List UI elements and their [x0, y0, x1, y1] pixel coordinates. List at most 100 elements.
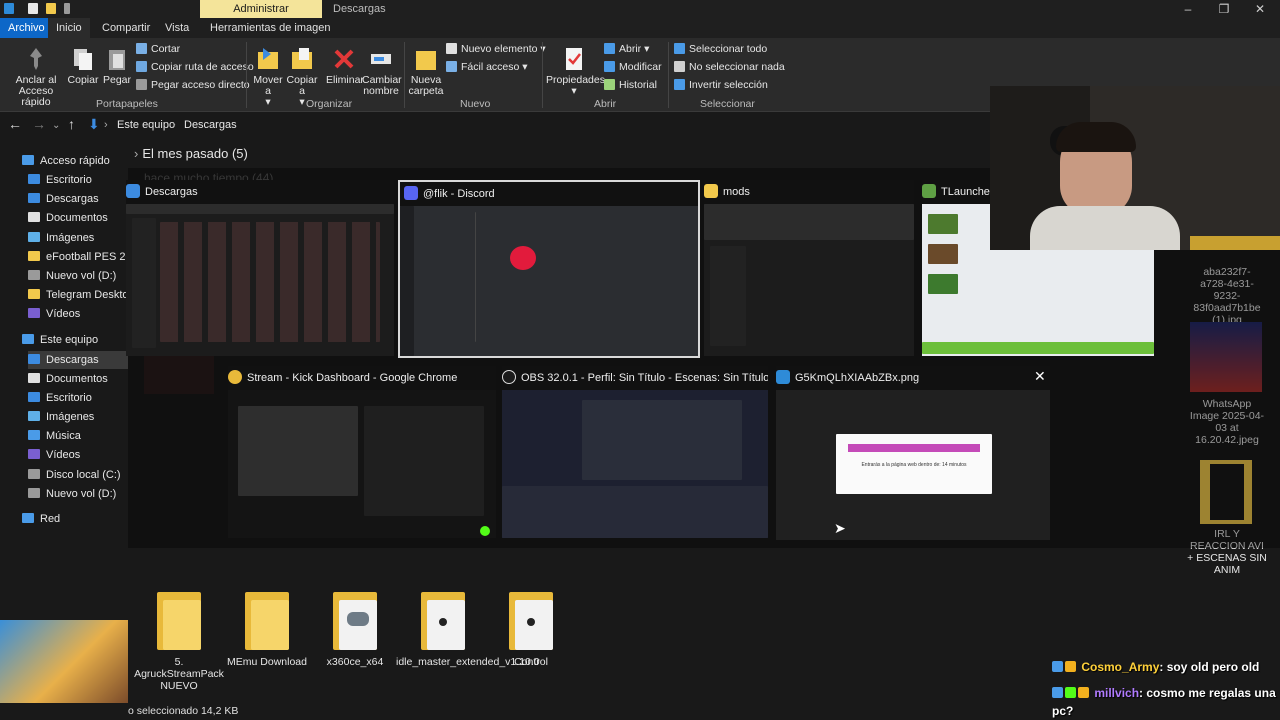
tab-compartir[interactable]: Compartir [94, 18, 158, 38]
delete-button[interactable]: Eliminar [326, 44, 364, 86]
pin-icon [25, 46, 47, 72]
properties-button[interactable]: Propiedades ▾ [546, 44, 605, 97]
group-header-last-month[interactable]: › El mes pasado (5) [134, 146, 248, 161]
nav-pc-videos[interactable]: Vídeos [28, 449, 128, 461]
taskview-window-image-viewer[interactable]: G5KmQLhXIAAbZBx.png Entrarás a la página… [776, 366, 1050, 540]
desktop-icon [28, 174, 40, 184]
maximize-icon[interactable]: ❐ [1206, 0, 1242, 18]
cut-button[interactable]: Cortar [136, 43, 180, 56]
folder-memu[interactable]: MEmu Download [220, 588, 314, 668]
tab-herramientas-imagen[interactable]: Herramientas de imagen [202, 18, 338, 38]
game-overlay-image [0, 620, 128, 704]
folder-icon [704, 184, 718, 198]
tab-inicio[interactable]: Inicio [48, 18, 90, 38]
open-button[interactable]: Abrir ▾ [604, 43, 649, 56]
nav-disco-c[interactable]: Disco local (C:) [28, 469, 128, 481]
rename-button[interactable]: Cambiar nombre [362, 44, 402, 97]
folder-agruck[interactable]: 5. AgruckStreamPack NUEVO [132, 588, 226, 692]
download-icon [28, 193, 40, 203]
quick-access-properties-icon[interactable] [28, 3, 38, 14]
taskview-window-discord[interactable]: @flik - Discord [398, 180, 700, 358]
copy-button[interactable]: Copiar [66, 44, 100, 86]
nav-nuevo-vol-d2[interactable]: Nuevo vol (D:) [28, 488, 128, 500]
easy-access-button[interactable]: Fácil acceso ▾ [446, 61, 528, 74]
forward-arrow-icon[interactable]: → [32, 116, 46, 132]
taskview-window-mods[interactable]: mods [704, 180, 914, 356]
nav-descargas[interactable]: Descargas [28, 193, 128, 205]
nav-quick-access[interactable]: Acceso rápido [22, 155, 128, 167]
folder-icon [509, 588, 553, 650]
copy-path-button[interactable]: Copiar ruta de acceso [136, 61, 254, 74]
nav-este-equipo[interactable]: Este equipo [22, 334, 128, 346]
invert-selection-icon [674, 79, 685, 90]
nav-pc-descargas[interactable]: Descargas [28, 351, 128, 369]
close-icon[interactable]: ✕ [1034, 368, 1046, 385]
folder-control[interactable]: Control [484, 588, 578, 668]
history-button[interactable]: Historial [604, 79, 657, 92]
pin-quick-access-button[interactable]: Anclar al Acceso rápido [4, 44, 68, 108]
paste-shortcut-button[interactable]: Pegar acceso directo [136, 79, 250, 92]
folder-x360ce[interactable]: x360ce_x64 [308, 588, 402, 668]
new-folder-button[interactable]: Nueva carpeta [408, 44, 444, 97]
move-folder-icon [257, 46, 279, 72]
window-title: Descargas [333, 3, 386, 15]
close-icon[interactable]: ✕ [1242, 0, 1278, 18]
delete-x-icon [333, 46, 355, 72]
minimize-icon[interactable]: – [1170, 0, 1206, 18]
nav-telegram[interactable]: Telegram Desktop [28, 289, 128, 301]
chrome-icon [228, 370, 242, 384]
chat-badge-icon [1052, 661, 1063, 672]
easy-access-icon [446, 61, 457, 72]
taskview-window-descargas[interactable]: Descargas [126, 180, 394, 356]
back-arrow-icon[interactable]: ← [8, 116, 22, 132]
quick-access-download-icon[interactable] [4, 3, 14, 14]
invert-selection-button[interactable]: Invertir selección [674, 79, 768, 92]
nav-efootball[interactable]: eFootball PES 2021 [28, 251, 128, 263]
photos-icon [776, 370, 790, 384]
nav-pc-escritorio[interactable]: Escritorio [28, 392, 128, 404]
edit-button[interactable]: Modificar [604, 61, 662, 74]
rename-icon [370, 46, 392, 72]
nav-documentos[interactable]: Documentos [28, 212, 128, 224]
folder-idle-master[interactable]: idle_master_extended_v1.10.0 [396, 588, 540, 668]
nav-pc-musica[interactable]: Música [28, 430, 128, 442]
ribbon-divider [404, 42, 405, 108]
new-item-button[interactable]: Nuevo elemento ▾ [446, 43, 546, 56]
quick-access-menu-icon[interactable] [64, 3, 70, 14]
up-arrow-icon[interactable]: ↑ [68, 116, 75, 132]
taskview-window-chrome-kick[interactable]: Stream - Kick Dashboard - Google Chrome [228, 366, 496, 538]
paste-button[interactable]: Pegar [101, 44, 133, 86]
taskview-window-obs[interactable]: OBS 32.0.1 - Perfil: Sin Título - Escena… [502, 366, 768, 538]
group-seleccionar: Seleccionar [700, 98, 755, 110]
ribbon-divider [542, 42, 543, 108]
edit-pencil-icon [604, 61, 615, 72]
chevron-right-icon: › [134, 146, 139, 161]
select-all-button[interactable]: Seleccionar todo [674, 43, 767, 56]
tab-archivo[interactable]: Archivo [0, 18, 53, 38]
nav-escritorio[interactable]: Escritorio [28, 174, 128, 186]
select-none-button[interactable]: No seleccionar nada [674, 61, 785, 74]
download-location-icon: ⬇ [88, 116, 100, 132]
ribbon-tabs: Archivo Inicio Compartir Vista Herramien… [0, 18, 1280, 38]
nav-nuevo-vol-d[interactable]: Nuevo vol (D:) [28, 270, 128, 282]
properties-check-icon [563, 46, 585, 72]
video-icon [28, 449, 40, 459]
pictures-icon [28, 411, 40, 421]
move-to-button[interactable]: Mover a ▾ [252, 44, 284, 108]
recent-chevron-icon[interactable]: ⌄ [52, 120, 60, 131]
paste-icon [106, 46, 128, 72]
nav-videos[interactable]: Vídeos [28, 308, 128, 320]
nav-red[interactable]: Red [22, 513, 128, 525]
group-nuevo: Nuevo [460, 98, 491, 110]
tab-vista[interactable]: Vista [157, 18, 197, 38]
quick-access-folder-icon[interactable] [46, 3, 56, 14]
nav-pc-documentos[interactable]: Documentos [28, 373, 128, 385]
breadcrumb-este-equipo[interactable]: Este equipo [117, 119, 175, 131]
group-organizar: Organizar [306, 98, 353, 110]
nav-imagenes[interactable]: Imágenes [28, 232, 128, 244]
context-tab-administrar[interactable]: Administrar [200, 0, 322, 18]
new-folder-icon [415, 46, 437, 72]
nav-pc-imagenes[interactable]: Imágenes [28, 411, 128, 423]
tlauncher-icon [922, 184, 936, 198]
breadcrumb-descargas[interactable]: Descargas [184, 119, 237, 131]
